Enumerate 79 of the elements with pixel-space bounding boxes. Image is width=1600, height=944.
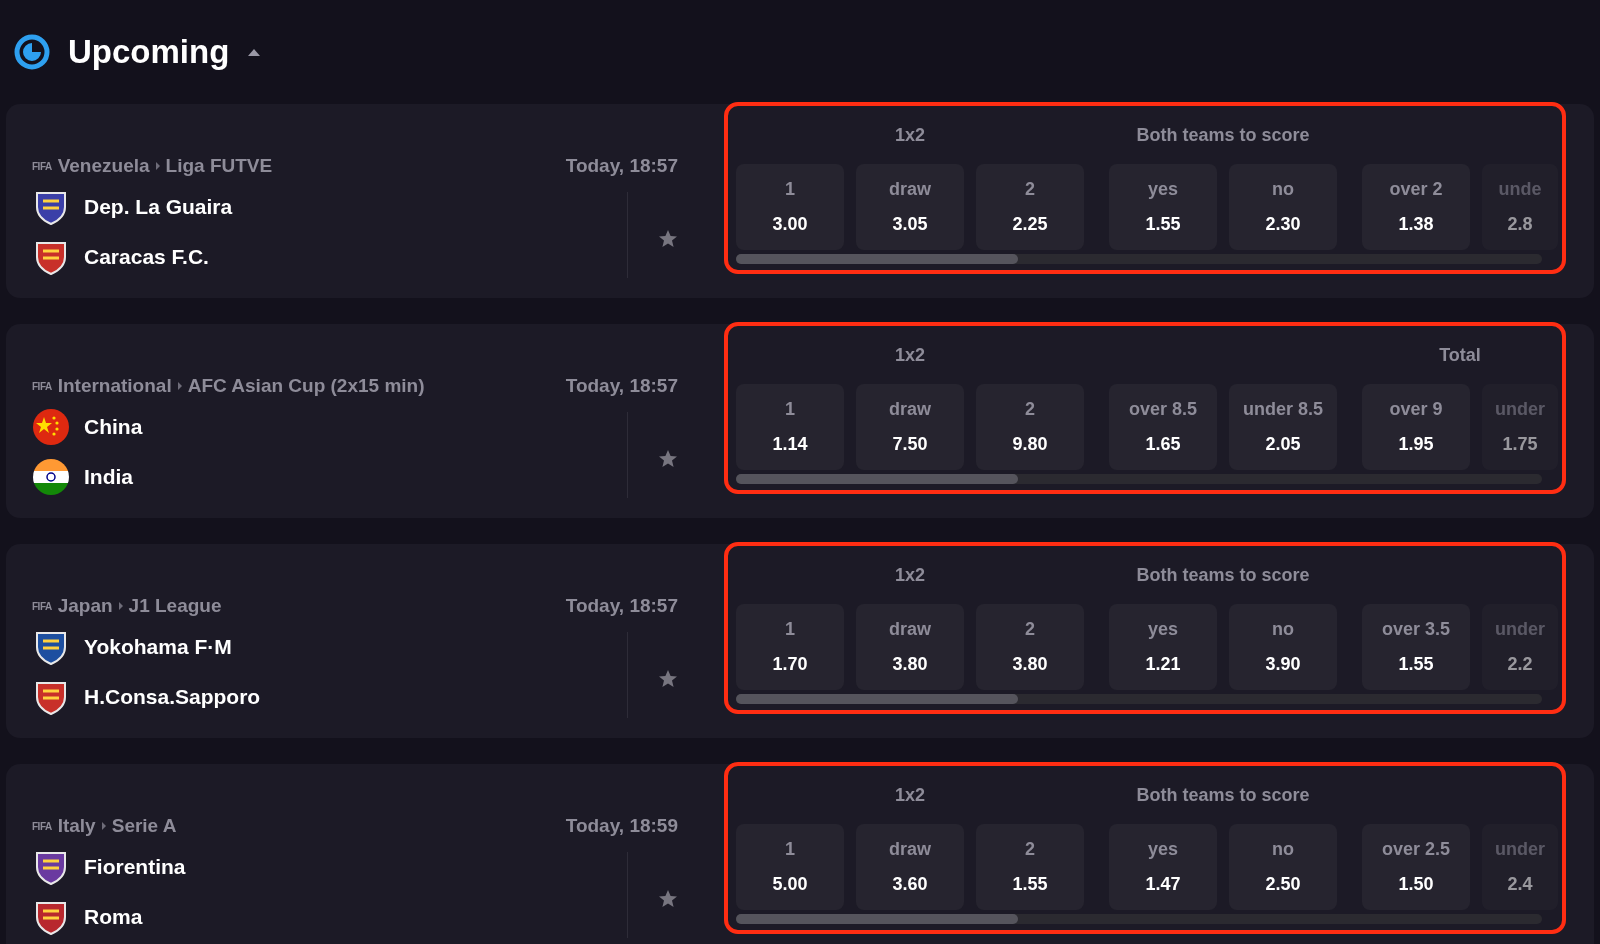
odds-button[interactable]: 2 3.80 <box>976 604 1084 690</box>
star-icon[interactable] <box>658 889 678 909</box>
team-name: Yokohama F·M <box>84 635 232 659</box>
market-title: Both teams to score <box>1136 564 1310 587</box>
market-title: 1x2 <box>894 344 925 367</box>
odds-button[interactable]: under 1.75 <box>1482 384 1558 470</box>
scrollbar-thumb[interactable] <box>736 474 1018 484</box>
odds-button[interactable]: no 2.50 <box>1229 824 1337 910</box>
odds-button[interactable]: under 2.2 <box>1482 604 1558 690</box>
separator-icon <box>155 162 160 170</box>
odds-button[interactable]: yes 1.55 <box>1109 164 1217 250</box>
star-icon[interactable] <box>658 229 678 249</box>
scrollbar-thumb[interactable] <box>736 694 1018 704</box>
odds-button[interactable]: over 2.5 1.50 <box>1362 824 1470 910</box>
scrollbar-thumb[interactable] <box>736 914 1018 924</box>
odds-button[interactable]: 2 2.25 <box>976 164 1084 250</box>
odds-button[interactable]: draw 3.60 <box>856 824 964 910</box>
game-label: FIFA <box>32 600 52 612</box>
market-title: 1x2 <box>894 564 925 587</box>
game-label: FIFA <box>32 160 52 172</box>
team-name: Caracas F.C. <box>84 245 209 269</box>
odds-button[interactable]: 1 1.14 <box>736 384 844 470</box>
star-icon[interactable] <box>658 669 678 689</box>
team-name: H.Consa.Sapporo <box>84 685 261 709</box>
team-name: India <box>84 465 133 489</box>
odds-button[interactable]: draw 3.05 <box>856 164 964 250</box>
odds-button[interactable]: yes 1.21 <box>1109 604 1217 690</box>
country-label: International <box>57 375 172 397</box>
odds-button[interactable]: yes 1.47 <box>1109 824 1217 910</box>
league-label: Liga FUTVE <box>165 155 273 177</box>
match-time: Today, 18:57 <box>565 595 678 617</box>
market-title: Both teams to score <box>1136 784 1310 807</box>
team-name: China <box>84 415 143 439</box>
odds-button[interactable]: 2 9.80 <box>976 384 1084 470</box>
odds-button[interactable]: draw 7.50 <box>856 384 964 470</box>
market-title: Total <box>1439 344 1481 367</box>
caret-icon[interactable] <box>247 47 262 57</box>
separator-icon <box>118 602 123 610</box>
odds-button[interactable]: under 2.4 <box>1482 824 1558 910</box>
odds-button[interactable]: 2 1.55 <box>976 824 1084 910</box>
league-label: J1 League <box>128 595 222 617</box>
team-name: Fiorentina <box>84 855 186 879</box>
game-label: FIFA <box>32 820 52 832</box>
country-label: Japan <box>57 595 113 617</box>
odds-button[interactable]: no 2.30 <box>1229 164 1337 250</box>
country-label: Venezuela <box>57 155 150 177</box>
odds-button[interactable]: over 8.5 1.65 <box>1109 384 1217 470</box>
league-label: AFC Asian Cup (2x15 min) <box>187 375 425 397</box>
team-name: Dep. La Guaira <box>84 195 233 219</box>
odds-button[interactable]: unde 2.8 <box>1482 164 1558 250</box>
scrollbar[interactable] <box>736 914 1542 924</box>
team-name: Roma <box>84 905 143 929</box>
odds-button[interactable]: 1 5.00 <box>736 824 844 910</box>
match-time: Today, 18:57 <box>565 375 678 397</box>
market-title: 1x2 <box>894 124 925 147</box>
star-icon[interactable] <box>658 449 678 469</box>
odds-button[interactable]: 1 3.00 <box>736 164 844 250</box>
scrollbar[interactable] <box>736 254 1542 264</box>
country-label: Italy <box>57 815 96 837</box>
odds-button[interactable]: over 2 1.38 <box>1362 164 1470 250</box>
odds-button[interactable]: draw 3.80 <box>856 604 964 690</box>
section-title: Upcoming <box>68 33 230 71</box>
separator-icon <box>177 382 182 390</box>
scrollbar[interactable] <box>736 694 1542 704</box>
market-title: 1x2 <box>894 784 925 807</box>
odds-button[interactable]: 1 1.70 <box>736 604 844 690</box>
separator-icon <box>101 822 106 830</box>
league-label: Serie A <box>111 815 177 837</box>
odds-button[interactable]: over 9 1.95 <box>1362 384 1470 470</box>
market-title: Both teams to score <box>1136 124 1310 147</box>
odds-button[interactable]: over 3.5 1.55 <box>1362 604 1470 690</box>
match-time: Today, 18:59 <box>565 815 678 837</box>
scrollbar-thumb[interactable] <box>736 254 1018 264</box>
odds-button[interactable]: no 3.90 <box>1229 604 1337 690</box>
match-time: Today, 18:57 <box>565 155 678 177</box>
game-label: FIFA <box>32 380 52 392</box>
odds-button[interactable]: under 8.5 2.05 <box>1229 384 1337 470</box>
scrollbar[interactable] <box>736 474 1542 484</box>
clock-icon <box>14 34 50 70</box>
